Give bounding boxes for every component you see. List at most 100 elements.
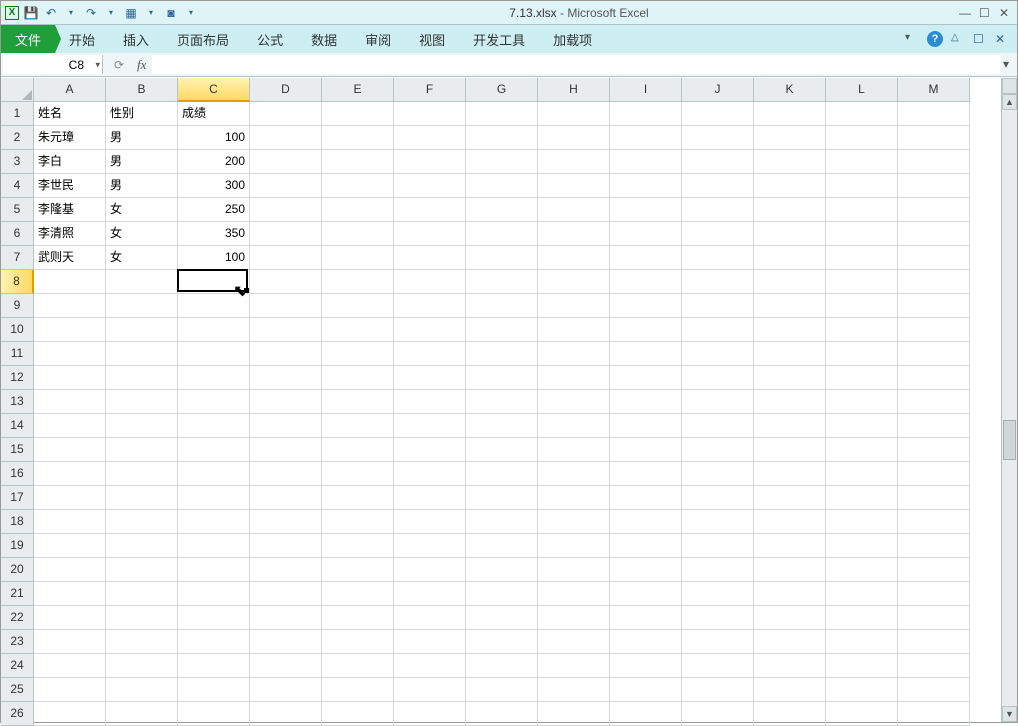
cell-C1[interactable]: 成绩	[178, 102, 250, 126]
cell-G12[interactable]	[466, 366, 538, 390]
cell-A26[interactable]	[34, 702, 106, 726]
cell-L23[interactable]	[826, 630, 898, 654]
cell-B15[interactable]	[106, 438, 178, 462]
cell-L15[interactable]	[826, 438, 898, 462]
cell-F1[interactable]	[394, 102, 466, 126]
cell-A10[interactable]	[34, 318, 106, 342]
fx-label-icon[interactable]: fx	[133, 53, 150, 76]
cell-I1[interactable]	[610, 102, 682, 126]
cell-M14[interactable]	[898, 414, 970, 438]
cell-L16[interactable]	[826, 462, 898, 486]
cell-I10[interactable]	[610, 318, 682, 342]
cell-M8[interactable]	[898, 270, 970, 294]
cell-L9[interactable]	[826, 294, 898, 318]
cell-I24[interactable]	[610, 654, 682, 678]
cell-M19[interactable]	[898, 534, 970, 558]
cell-B14[interactable]	[106, 414, 178, 438]
help-icon[interactable]: ?	[927, 31, 943, 47]
row-header-12[interactable]: 12	[1, 366, 34, 390]
cell-C22[interactable]	[178, 606, 250, 630]
column-header-A[interactable]: A	[34, 78, 106, 102]
cell-F19[interactable]	[394, 534, 466, 558]
cell-E6[interactable]	[322, 222, 394, 246]
cell-L12[interactable]	[826, 366, 898, 390]
cell-J16[interactable]	[682, 462, 754, 486]
cell-E1[interactable]	[322, 102, 394, 126]
column-header-B[interactable]: B	[106, 78, 178, 102]
cell-H9[interactable]	[538, 294, 610, 318]
cell-L25[interactable]	[826, 678, 898, 702]
cell-C9[interactable]	[178, 294, 250, 318]
row-header-16[interactable]: 16	[1, 462, 34, 486]
cell-D12[interactable]	[250, 366, 322, 390]
scroll-track[interactable]	[1002, 110, 1017, 706]
row-header-5[interactable]: 5	[1, 198, 34, 222]
cell-L14[interactable]	[826, 414, 898, 438]
cell-G22[interactable]	[466, 606, 538, 630]
cell-D7[interactable]	[250, 246, 322, 270]
cell-D20[interactable]	[250, 558, 322, 582]
cell-D21[interactable]	[250, 582, 322, 606]
cell-K19[interactable]	[754, 534, 826, 558]
cell-A5[interactable]: 李隆基	[34, 198, 106, 222]
cell-J6[interactable]	[682, 222, 754, 246]
minimize-icon[interactable]: —	[959, 6, 973, 20]
cell-K15[interactable]	[754, 438, 826, 462]
cell-M3[interactable]	[898, 150, 970, 174]
cell-G9[interactable]	[466, 294, 538, 318]
row-header-7[interactable]: 7	[1, 246, 34, 270]
cell-B20[interactable]	[106, 558, 178, 582]
cell-K11[interactable]	[754, 342, 826, 366]
cell-D14[interactable]	[250, 414, 322, 438]
workbook-close-icon[interactable]: ✕	[995, 32, 1009, 46]
cell-H11[interactable]	[538, 342, 610, 366]
cell-M6[interactable]	[898, 222, 970, 246]
cell-J17[interactable]	[682, 486, 754, 510]
name-box[interactable]: C8 ▾	[3, 55, 103, 74]
cell-L7[interactable]	[826, 246, 898, 270]
cell-C2[interactable]: 100	[178, 126, 250, 150]
cell-M17[interactable]	[898, 486, 970, 510]
cell-E17[interactable]	[322, 486, 394, 510]
cell-H19[interactable]	[538, 534, 610, 558]
cell-D3[interactable]	[250, 150, 322, 174]
row-header-21[interactable]: 21	[1, 582, 34, 606]
cell-M9[interactable]	[898, 294, 970, 318]
undo-dropdown-icon[interactable]: ▾	[63, 5, 79, 21]
row-header-9[interactable]: 9	[1, 294, 34, 318]
tab-formulas[interactable]: 公式	[243, 25, 297, 53]
cell-K10[interactable]	[754, 318, 826, 342]
cell-B9[interactable]	[106, 294, 178, 318]
cell-J20[interactable]	[682, 558, 754, 582]
cell-K18[interactable]	[754, 510, 826, 534]
column-header-C[interactable]: C	[178, 78, 250, 102]
cell-I23[interactable]	[610, 630, 682, 654]
cell-L13[interactable]	[826, 390, 898, 414]
cell-J4[interactable]	[682, 174, 754, 198]
cell-B13[interactable]	[106, 390, 178, 414]
cell-H2[interactable]	[538, 126, 610, 150]
cell-A16[interactable]	[34, 462, 106, 486]
cell-M24[interactable]	[898, 654, 970, 678]
cell-I26[interactable]	[610, 702, 682, 726]
cell-C16[interactable]	[178, 462, 250, 486]
cell-J15[interactable]	[682, 438, 754, 462]
cell-A7[interactable]: 武则天	[34, 246, 106, 270]
cell-H22[interactable]	[538, 606, 610, 630]
cell-D22[interactable]	[250, 606, 322, 630]
cell-F21[interactable]	[394, 582, 466, 606]
cell-L6[interactable]	[826, 222, 898, 246]
tab-home[interactable]: 开始	[55, 25, 109, 53]
cell-G17[interactable]	[466, 486, 538, 510]
cell-J24[interactable]	[682, 654, 754, 678]
cell-C17[interactable]	[178, 486, 250, 510]
cell-F13[interactable]	[394, 390, 466, 414]
cell-H25[interactable]	[538, 678, 610, 702]
cell-C13[interactable]	[178, 390, 250, 414]
cell-M13[interactable]	[898, 390, 970, 414]
cell-G1[interactable]	[466, 102, 538, 126]
cell-A4[interactable]: 李世民	[34, 174, 106, 198]
cell-B5[interactable]: 女	[106, 198, 178, 222]
cell-G15[interactable]	[466, 438, 538, 462]
vertical-scrollbar[interactable]: ▲ ▼	[1001, 78, 1017, 722]
